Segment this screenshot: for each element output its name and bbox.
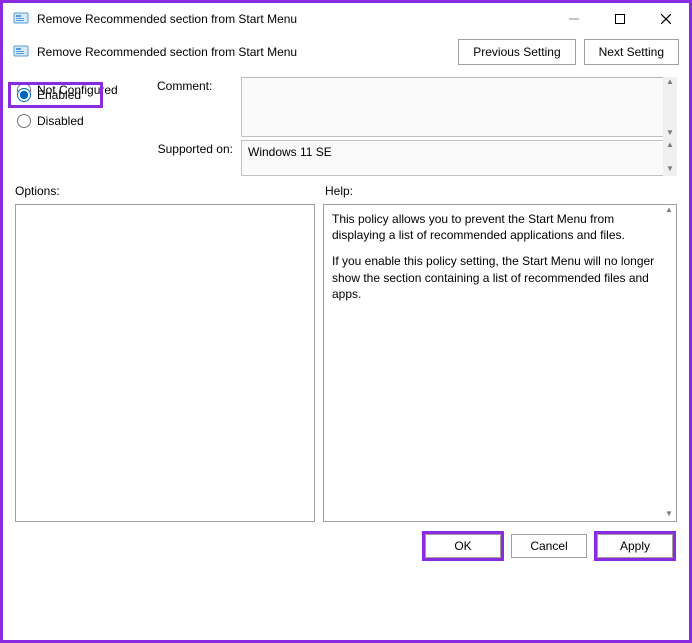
radio-disabled-input[interactable] <box>17 114 31 128</box>
help-scroll-icon: ▲ ▼ <box>662 205 676 521</box>
lower-headers: Options: Help: <box>3 176 689 204</box>
radio-disabled[interactable]: Disabled <box>15 108 153 134</box>
options-label: Options: <box>15 184 325 198</box>
next-setting-button[interactable]: Next Setting <box>584 39 679 65</box>
help-label: Help: <box>325 184 353 198</box>
policy-header: Remove Recommended section from Start Me… <box>13 44 450 60</box>
window-titlebar: Remove Recommended section from Start Me… <box>3 3 689 35</box>
scroll-down-icon: ▼ <box>662 509 676 521</box>
radio-enabled[interactable]: Enabled <box>8 82 103 108</box>
help-paragraph-2: If you enable this policy setting, the S… <box>332 253 660 302</box>
radio-enabled-input[interactable] <box>17 88 31 102</box>
help-paragraph-1: This policy allows you to prevent the St… <box>332 211 660 243</box>
settings-area: Not Configured Comment: ▲ ▼ Enabled <box>3 69 689 176</box>
minimize-button[interactable] <box>551 3 597 35</box>
radio-disabled-label: Disabled <box>37 114 84 128</box>
group-policy-dialog: Remove Recommended section from Start Me… <box>0 0 692 643</box>
panes-row: This policy allows you to prevent the St… <box>3 204 689 528</box>
ok-button[interactable]: OK <box>425 534 501 558</box>
supported-on-label: Supported on: <box>157 140 241 176</box>
help-pane: This policy allows you to prevent the St… <box>323 204 677 522</box>
cancel-button[interactable]: Cancel <box>511 534 587 558</box>
window-title: Remove Recommended section from Start Me… <box>37 12 551 26</box>
scroll-up-icon: ▲ <box>662 205 676 217</box>
previous-setting-button[interactable]: Previous Setting <box>458 39 575 65</box>
dialog-button-row: OK Cancel Apply <box>3 528 689 566</box>
radio-enabled-label: Enabled <box>37 88 81 102</box>
maximize-button[interactable] <box>597 3 643 35</box>
options-pane <box>15 204 315 522</box>
close-button[interactable] <box>643 3 689 35</box>
policy-title-text: Remove Recommended section from Start Me… <box>37 45 297 59</box>
policy-icon <box>13 44 29 60</box>
app-icon <box>13 11 29 27</box>
toolbar: Remove Recommended section from Start Me… <box>3 35 689 69</box>
apply-button[interactable]: Apply <box>597 534 673 558</box>
supported-on-value: Windows 11 SE <box>241 140 677 176</box>
